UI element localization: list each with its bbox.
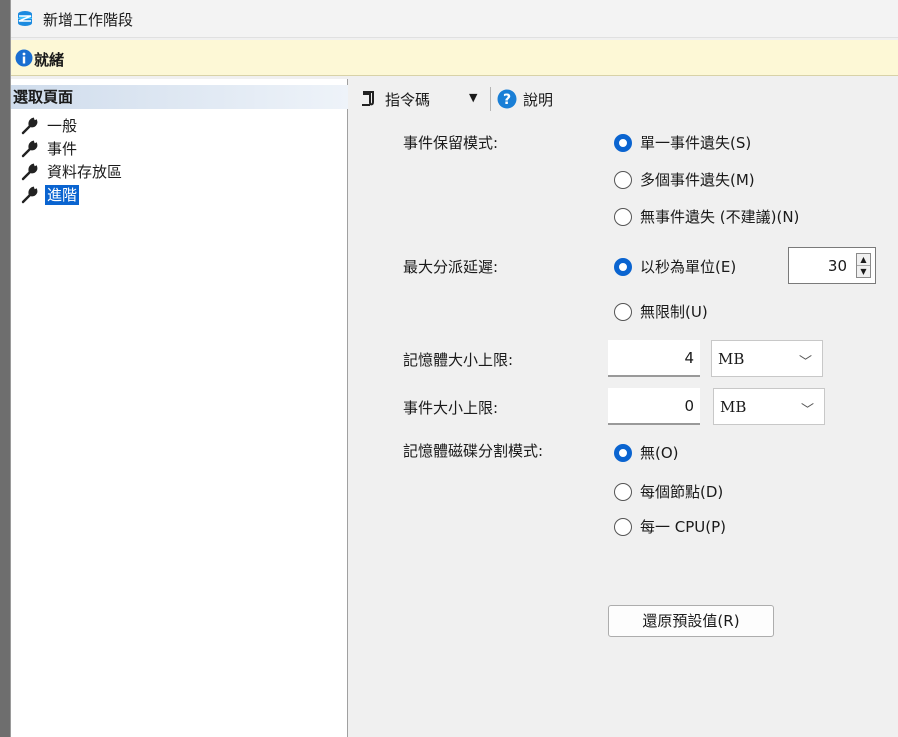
script-button[interactable]: 指令碼: [385, 89, 430, 110]
retention-multiple-event-loss-radio[interactable]: 多個事件遺失(M): [614, 169, 755, 190]
select-value: MB: [720, 398, 747, 416]
dispatch-unlimited-radio[interactable]: 無限制(U): [614, 301, 708, 322]
radio-label: 多個事件遺失(M): [640, 171, 755, 189]
dispatch-latency-label: 最大分派延遲:: [403, 258, 499, 276]
nav-item-label: 事件: [47, 140, 78, 158]
radio-dot: [614, 443, 632, 462]
database-app-icon: [18, 11, 32, 26]
max-memory-unit-select[interactable]: MB ﹀: [711, 340, 823, 377]
wrench-icon: [21, 117, 38, 135]
radio-label: 單一事件遺失(S): [640, 134, 752, 152]
radio-label: 每個節點(D): [640, 483, 724, 501]
chevron-down-icon: ﹀: [800, 403, 814, 418]
max-event-size-label: 事件大小上限:: [403, 399, 499, 417]
radio-label: 無事件遺失 (不建議)(N): [640, 208, 800, 226]
input-value: 0: [684, 397, 694, 415]
radio-dot: [614, 170, 632, 189]
nav-item-label: 資料存放區: [47, 163, 123, 181]
help-button[interactable]: 說明: [523, 89, 553, 110]
svg-text:?: ?: [503, 92, 511, 108]
radio-dot: [614, 207, 632, 226]
nav-item-events[interactable]: 事件: [21, 138, 79, 160]
dropdown-arrow-icon[interactable]: ▼: [469, 91, 477, 104]
radio-label: 以秒為單位(E): [640, 258, 737, 276]
status-bar: 就緒: [11, 40, 898, 76]
memory-partition-mode-label: 記憶體磁碟分割模式:: [403, 442, 544, 460]
radio-label: 每一 CPU(P): [640, 518, 727, 536]
help-icon[interactable]: ?: [497, 89, 517, 109]
title-bar: 新增工作階段: [11, 0, 898, 38]
window-title: 新增工作階段: [43, 11, 134, 29]
max-memory-size-label: 記憶體大小上限:: [403, 351, 514, 369]
info-icon: [15, 49, 33, 67]
spinner-down-icon[interactable]: ▼: [857, 266, 870, 278]
max-memory-size-input[interactable]: 4: [608, 340, 700, 377]
wrench-icon: [21, 186, 38, 204]
partition-per-cpu-radio[interactable]: 每一 CPU(P): [614, 516, 726, 537]
toolbar: 指令碼 ▼ ? 說明: [349, 85, 898, 113]
spinner-buttons: ▲ ▼: [856, 253, 871, 278]
retention-single-event-loss-radio[interactable]: 單一事件遺失(S): [614, 132, 751, 153]
spinner-up-icon[interactable]: ▲: [857, 254, 870, 266]
spinner-value: 30: [827, 257, 847, 275]
max-event-unit-select[interactable]: MB ﹀: [713, 388, 825, 425]
dispatch-seconds-spinner[interactable]: 30 ▲ ▼: [788, 247, 876, 284]
radio-dot: [614, 302, 632, 321]
input-value: 4: [684, 349, 694, 367]
advanced-settings-pane: 指令碼 ▼ ? 說明 事件保留模式: 單一事件遺失(S) 多個事件遺失(M) 無…: [349, 79, 898, 737]
restore-defaults-button[interactable]: 還原預設值(R): [608, 605, 774, 637]
radio-dot: [614, 482, 632, 501]
nav-item-data-storage[interactable]: 資料存放區: [21, 161, 124, 183]
max-event-size-input[interactable]: 0: [608, 388, 700, 425]
retention-mode-label: 事件保留模式:: [403, 134, 499, 152]
nav-item-general[interactable]: 一般: [21, 115, 79, 137]
dispatch-in-seconds-radio[interactable]: 以秒為單位(E): [614, 256, 736, 277]
chevron-down-icon: ﹀: [798, 355, 812, 370]
radio-label: 無限制(U): [640, 303, 708, 321]
wrench-icon: [21, 163, 38, 181]
wrench-icon: [21, 140, 38, 158]
toolbar-separator: [490, 87, 491, 111]
page-selector-pane: 選取頁面 一般 事件 資料存放區 進階: [11, 79, 348, 737]
radio-dot: [614, 517, 632, 536]
select-value: MB: [718, 350, 745, 368]
radio-label: 無(O): [640, 444, 679, 462]
status-text: 就緒: [34, 51, 65, 69]
radio-dot: [614, 257, 632, 276]
page-selector-header: 選取頁面: [11, 85, 348, 109]
nav-item-advanced[interactable]: 進階: [21, 184, 80, 206]
partition-per-node-radio[interactable]: 每個節點(D): [614, 481, 723, 502]
partition-none-radio[interactable]: 無(O): [614, 442, 679, 463]
radio-dot: [614, 133, 632, 152]
nav-item-label: 一般: [47, 117, 78, 135]
dialog-window: 新增工作階段 就緒 選取頁面 一般 事件 資料存放區 進階 指令碼 ▼ ? 說明…: [10, 0, 898, 737]
retention-no-event-loss-radio[interactable]: 無事件遺失 (不建議)(N): [614, 206, 799, 227]
nav-item-label: 進階: [45, 185, 80, 205]
script-icon[interactable]: [359, 89, 377, 107]
